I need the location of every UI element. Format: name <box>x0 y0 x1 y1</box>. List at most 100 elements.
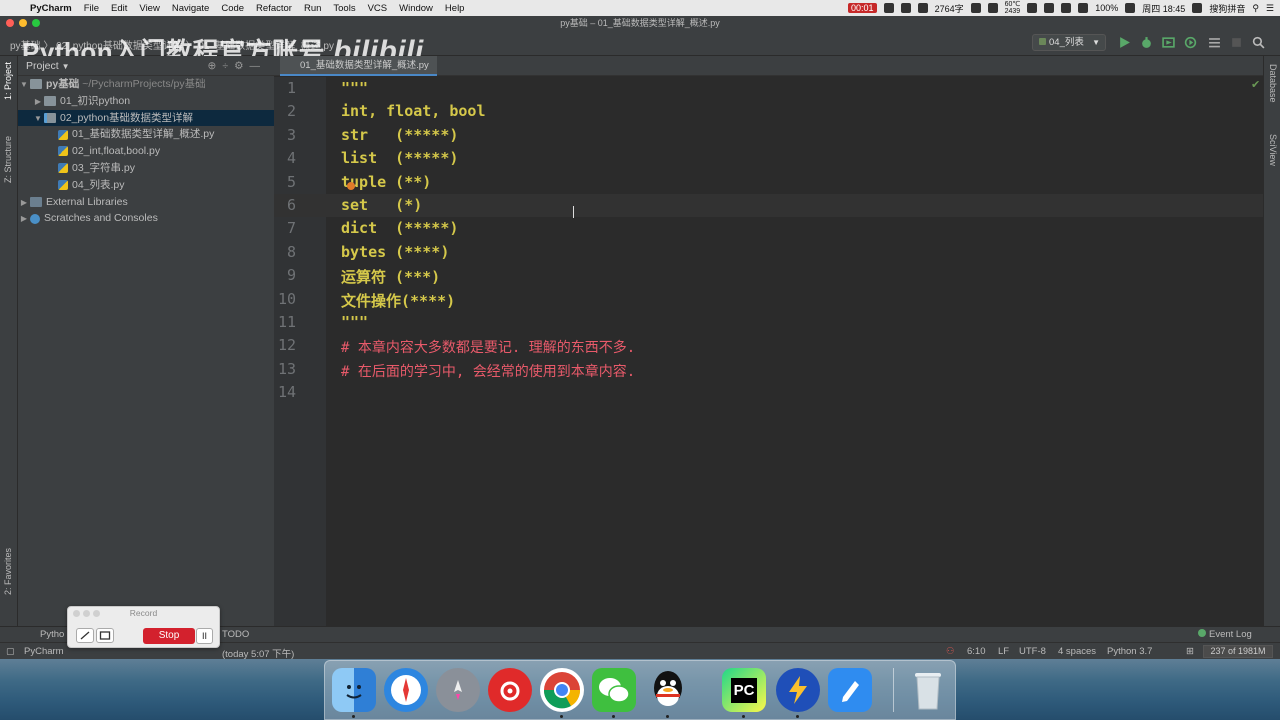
record-time[interactable]: 00:01 <box>848 3 877 13</box>
line-separator[interactable]: LF <box>998 646 1009 657</box>
menu-view[interactable]: View <box>133 3 165 14</box>
launchpad-icon[interactable] <box>436 668 480 712</box>
draw-pen-button[interactable] <box>76 628 94 643</box>
code-line[interactable]: 文件操作(****) <box>341 290 455 311</box>
project-tool-tab[interactable]: 1: Project <box>3 62 13 100</box>
security-icon[interactable] <box>970 3 981 13</box>
tree-item-folder[interactable]: ▼ 02_python基础数据类型详解 <box>18 109 274 128</box>
code-comment-line[interactable]: # 在后面的学习中, 会经常的使用到本章内容. <box>341 361 635 381</box>
run-icon[interactable] <box>1118 36 1131 49</box>
menu-vcs[interactable]: VCS <box>362 3 394 14</box>
input-method-icon[interactable] <box>1192 3 1203 13</box>
menu-help[interactable]: Help <box>439 3 471 14</box>
editor-tab-active[interactable]: 01_基础数据类型详解_概述.py <box>280 56 437 76</box>
code-line[interactable]: dict (*****) <box>341 219 458 237</box>
menu-window[interactable]: Window <box>393 3 439 14</box>
code-line[interactable]: str (*****) <box>341 126 458 144</box>
cloud-icon[interactable] <box>900 3 911 13</box>
menu-file[interactable]: File <box>78 3 105 14</box>
python-console-tab[interactable]: Pytho <box>40 629 64 640</box>
code-line[interactable]: 运算符 (***) <box>341 266 440 287</box>
breakpoint-marker-icon[interactable] <box>347 182 355 190</box>
wechat-icon[interactable] <box>592 668 636 712</box>
debug-icon[interactable] <box>1140 36 1153 49</box>
record-minimize-button[interactable] <box>83 610 90 617</box>
zoom-window-button[interactable] <box>32 19 40 27</box>
stop-record-button[interactable]: Stop <box>143 628 195 644</box>
wifi-icon[interactable] <box>1061 3 1072 13</box>
capture-area-button[interactable] <box>96 628 114 643</box>
wechat-status-icon[interactable] <box>917 3 928 13</box>
bolt-app-icon[interactable] <box>776 668 820 712</box>
time-machine-icon[interactable] <box>1027 3 1038 13</box>
inspection-ok-icon[interactable]: ✔ <box>1251 78 1260 91</box>
git-status-icon[interactable]: ⚇ <box>946 646 955 657</box>
tree-item-py[interactable]: 01_基础数据类型详解_概述.py <box>18 126 274 143</box>
favorites-tool-tab[interactable]: 2: Favorites <box>3 548 13 595</box>
close-window-button[interactable] <box>6 19 14 27</box>
tree-item-lib[interactable]: ▶ External Libraries <box>18 194 274 211</box>
safari-icon[interactable] <box>384 668 428 712</box>
database-tool-tab[interactable]: Database <box>1268 64 1278 103</box>
caret-position[interactable]: 6:10 <box>967 646 986 657</box>
record-zoom-button[interactable] <box>93 610 100 617</box>
bluetooth-icon[interactable] <box>1044 3 1055 13</box>
indent-setting[interactable]: 4 spaces <box>1058 646 1096 657</box>
tree-item-scratch[interactable]: ▶ Scratches and Consoles <box>18 210 274 227</box>
expand-arrow-icon[interactable]: ▶ <box>18 211 30 228</box>
python-interpreter[interactable]: Python 3.7 <box>1107 646 1152 657</box>
sciview-tool-tab[interactable]: SciView <box>1268 134 1278 166</box>
app-status-icon[interactable] <box>883 3 894 13</box>
lock-icon[interactable]: ⊞ <box>1186 646 1194 657</box>
event-log-tab[interactable]: Event Log <box>1198 629 1252 640</box>
structure-tool-tab[interactable]: Z: Structure <box>3 136 13 183</box>
menu-code[interactable]: Code <box>215 3 250 14</box>
record-close-button[interactable] <box>73 610 80 617</box>
stop-icon[interactable] <box>1230 36 1243 49</box>
clock[interactable]: 周四 18:45 <box>1142 2 1185 15</box>
code-line[interactable]: int, float, bool <box>341 102 486 120</box>
netease-music-icon[interactable] <box>488 668 532 712</box>
expand-arrow-icon[interactable]: ▼ <box>32 111 44 128</box>
pause-record-button[interactable]: II <box>196 628 213 644</box>
code-line[interactable]: bytes (****) <box>341 243 449 261</box>
build-icon[interactable] <box>1208 36 1221 49</box>
code-comment-line[interactable]: # 本章内容大多数都是要记. 理解的东西不多. <box>341 337 635 357</box>
battery-icon[interactable] <box>1125 3 1136 13</box>
code-line[interactable]: """ <box>341 313 368 331</box>
code-line[interactable]: list (*****) <box>341 149 458 167</box>
coverage-icon[interactable] <box>1162 36 1175 49</box>
menu-edit[interactable]: Edit <box>105 3 133 14</box>
code-line[interactable]: """ <box>341 79 368 97</box>
expand-arrow-icon[interactable]: ▶ <box>32 94 44 111</box>
profile-icon[interactable] <box>1184 36 1197 49</box>
control-center-icon[interactable]: ☰ <box>1266 3 1274 14</box>
code-line[interactable]: set (*) <box>341 196 422 214</box>
tree-item-py[interactable]: 02_int,float,bool.py <box>18 143 274 160</box>
volume-icon[interactable] <box>1078 3 1089 13</box>
input-method[interactable]: 搜狗拼音 <box>1209 2 1245 15</box>
file-encoding[interactable]: UTF-8 <box>1019 646 1046 657</box>
gear-icon[interactable]: ⚙ <box>234 60 249 72</box>
notes-app-icon[interactable] <box>828 668 872 712</box>
memory-indicator[interactable]: 237 of 1981M <box>1203 645 1273 658</box>
spotlight-icon[interactable]: ⚲ <box>1252 3 1259 14</box>
search-everywhere-icon[interactable] <box>1252 36 1265 49</box>
project-view-select[interactable]: Project <box>26 60 59 72</box>
menu-tools[interactable]: Tools <box>327 3 361 14</box>
collapse-icon[interactable]: ÷ <box>222 60 234 72</box>
code-line[interactable]: tuple (**) <box>341 173 431 191</box>
todo-tab[interactable]: TODO <box>222 629 249 640</box>
menu-app-name[interactable]: PyCharm <box>26 3 78 14</box>
finder-icon[interactable] <box>332 668 376 712</box>
menu-run[interactable]: Run <box>298 3 327 14</box>
tool-windows-toggle-icon[interactable]: ▢ <box>6 646 15 657</box>
pycharm-icon[interactable]: PC <box>722 668 766 712</box>
battery-percent[interactable]: 100% <box>1095 3 1118 13</box>
qq-icon[interactable] <box>646 668 690 712</box>
run-config-select[interactable]: 04_列表 ▼ <box>1032 34 1106 51</box>
minimize-window-button[interactable] <box>19 19 27 27</box>
tree-root[interactable]: ▼ py基础 ~/PycharmProjects/py基础 <box>18 76 274 93</box>
tree-item-py[interactable]: 04_列表.py <box>18 177 274 194</box>
trash-icon[interactable] <box>906 668 950 712</box>
